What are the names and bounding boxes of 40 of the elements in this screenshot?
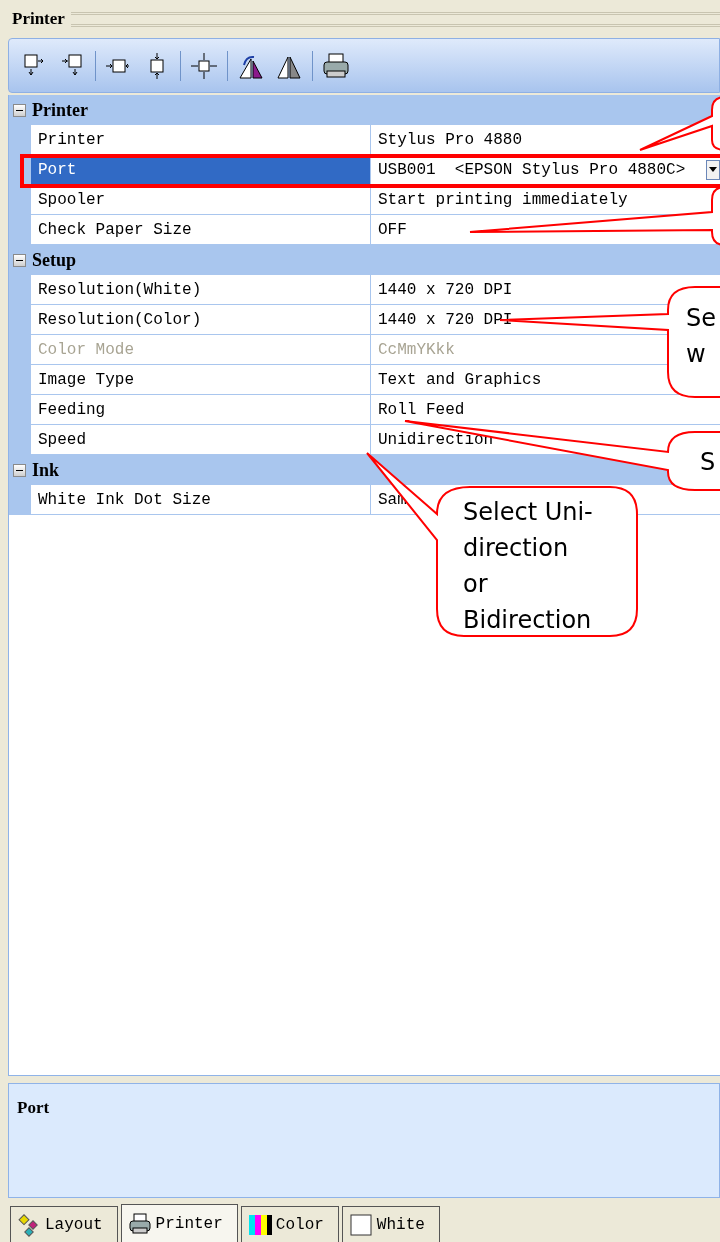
property-value: 1440 x 720 DPI — [378, 310, 513, 329]
tab[interactable]: Layout — [10, 1206, 118, 1242]
property-name[interactable]: Resolution(White) — [31, 275, 371, 305]
property-value: CcMmYKkk — [378, 340, 455, 359]
row-gutter — [9, 185, 31, 215]
property-name[interactable]: Resolution(Color) — [31, 305, 371, 335]
property-value: OFF — [378, 220, 407, 239]
collapse-toggle[interactable] — [13, 253, 26, 267]
property-value: Text and Graphics — [378, 370, 542, 389]
collapse-toggle[interactable] — [13, 463, 26, 477]
collapse-toggle[interactable] — [13, 103, 26, 117]
group-title: Setup — [32, 249, 76, 271]
property-value: 1440 x 720 DPI — [378, 280, 513, 299]
printer-icon — [127, 1211, 152, 1236]
tab[interactable]: Printer — [120, 1204, 238, 1242]
group-title: Printer — [32, 99, 88, 121]
callout-text: Select Uni- direction or Bidirection — [463, 497, 593, 636]
tab[interactable]: White — [341, 1206, 440, 1242]
property-value: Start printing immediately — [378, 190, 628, 209]
property-name[interactable]: White Ink Dot Size — [31, 485, 371, 515]
property-value: Unidirection — [378, 430, 494, 449]
color-bars-icon — [247, 1212, 272, 1237]
panel-title: Printer — [12, 9, 65, 29]
property-value: USB001 <EPSON Stylus Pro 4880C> — [378, 160, 686, 179]
tab[interactable]: Color — [240, 1206, 339, 1242]
callout-text: S — [700, 447, 716, 478]
printer-icon[interactable] — [321, 50, 351, 81]
description-title: Port — [17, 1098, 51, 1118]
property-value: Stylus Pro 4880 — [378, 130, 523, 149]
blank-square-icon — [348, 1212, 373, 1237]
dropdown-button[interactable] — [706, 159, 720, 180]
property-name[interactable]: Image Type — [31, 365, 371, 395]
diagram-icon — [17, 1212, 41, 1237]
property-value: Roll Feed — [378, 400, 465, 419]
property-name[interactable]: Feeding — [31, 395, 371, 425]
property-name[interactable]: Printer — [31, 125, 371, 155]
square-four-arrows-icon[interactable] — [189, 50, 219, 81]
property-name[interactable]: Spooler — [31, 185, 371, 215]
callout-text: Se w — [686, 303, 716, 370]
group-title: Ink — [32, 459, 60, 481]
